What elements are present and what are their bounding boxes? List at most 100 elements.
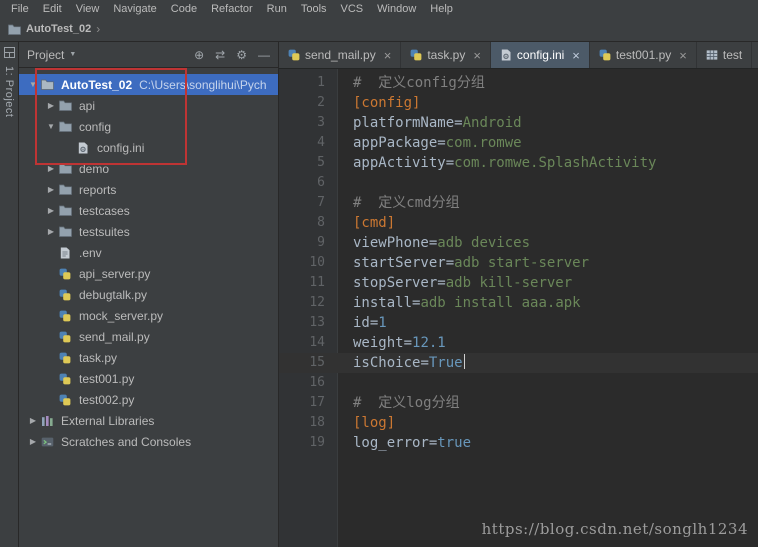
project-folder-icon xyxy=(41,79,57,90)
project-panel-header: Project ▼ ⊕ ⇄ ⚙ — xyxy=(19,42,278,68)
editor-line-18[interactable]: 18[log] xyxy=(279,413,758,433)
tab-label: send_mail.py xyxy=(305,48,376,62)
scroll-from-source-icon[interactable]: ⊕ xyxy=(194,49,204,61)
project-folder-icon xyxy=(8,24,21,35)
tab-task-py[interactable]: task.py× xyxy=(401,42,491,68)
tree-item-demo[interactable]: ▶demo xyxy=(19,158,278,179)
ini-file-icon xyxy=(500,49,512,61)
tree-item-api[interactable]: ▶ api xyxy=(19,95,278,116)
tree-item-reports[interactable]: ▶reports xyxy=(19,179,278,200)
editor-line-8[interactable]: 8[cmd] xyxy=(279,213,758,233)
editor-line-6[interactable]: 6 xyxy=(279,173,758,193)
editor-line-10[interactable]: 10startServer=adb start-server xyxy=(279,253,758,273)
line-number: 16 xyxy=(279,373,337,393)
chevron-down-icon[interactable]: ▼ xyxy=(69,51,76,58)
tree-item-label: .env xyxy=(79,246,102,260)
editor-line-9[interactable]: 9viewPhone=adb devices xyxy=(279,233,758,253)
tree-item-testsuites[interactable]: ▶testsuites xyxy=(19,221,278,242)
editor-line-16[interactable]: 16 xyxy=(279,373,758,393)
line-number: 19 xyxy=(279,433,337,453)
menu-vcs[interactable]: VCS xyxy=(334,3,371,15)
project-tool-window-button[interactable]: 1: Project xyxy=(3,66,15,117)
code-text: [config] xyxy=(337,93,420,113)
tree-item-config[interactable]: ▼config xyxy=(19,116,278,137)
chevron-right-icon[interactable]: ▶ xyxy=(43,101,59,110)
editor-line-1[interactable]: 1# 定义config分组 xyxy=(279,73,758,93)
tool-windows-icon[interactable] xyxy=(4,47,15,58)
menu-file[interactable]: File xyxy=(4,3,36,15)
tree-item-mock-server-py[interactable]: mock_server.py xyxy=(19,305,278,326)
tree-item-scratches-and-consoles[interactable]: ▶Scratches and Consoles xyxy=(19,431,278,452)
tab-config-ini[interactable]: config.ini× xyxy=(491,42,590,68)
editor-line-19[interactable]: 19log_error=true xyxy=(279,433,758,453)
editor-line-15[interactable]: 15isChoice=True xyxy=(279,353,758,373)
tree-item-label: test002.py xyxy=(79,393,134,407)
project-tree: ▼AutoTest_02C:\Users\songlihui\Pych ▶ api ▼… xyxy=(19,68,278,547)
tree-item-testcases[interactable]: ▶testcases xyxy=(19,200,278,221)
python-file-icon xyxy=(59,352,75,364)
menu-view[interactable]: View xyxy=(69,3,107,15)
tree-item-label: api_server.py xyxy=(79,267,150,281)
chevron-right-icon[interactable]: ▶ xyxy=(43,206,59,215)
editor-line-4[interactable]: 4appPackage=com.romwe xyxy=(279,133,758,153)
editor-body[interactable]: 1# 定义config分组2[config]3platformName=Andr… xyxy=(279,69,758,547)
scratches-icon xyxy=(41,436,57,448)
tree-item-env[interactable]: .env xyxy=(19,242,278,263)
editor-line-13[interactable]: 13id=1 xyxy=(279,313,758,333)
menu-code[interactable]: Code xyxy=(164,3,204,15)
tab-test001-py[interactable]: test001.py× xyxy=(590,42,697,68)
tree-item-task-py[interactable]: task.py xyxy=(19,347,278,368)
ini-file-icon xyxy=(77,142,93,154)
close-icon[interactable]: × xyxy=(679,49,687,62)
menu-refactor[interactable]: Refactor xyxy=(204,3,260,15)
chevron-right-icon[interactable]: ▶ xyxy=(43,164,59,173)
menu-tools[interactable]: Tools xyxy=(294,3,334,15)
editor-line-2[interactable]: 2[config] xyxy=(279,93,758,113)
tree-item-config-ini[interactable]: config.ini xyxy=(19,137,278,158)
tree-item-label: task.py xyxy=(79,351,117,365)
editor-line-3[interactable]: 3platformName=Android xyxy=(279,113,758,133)
editor-line-7[interactable]: 7# 定义cmd分组 xyxy=(279,193,758,213)
editor-line-11[interactable]: 11stopServer=adb kill-server xyxy=(279,273,758,293)
python-file-icon xyxy=(59,268,75,280)
chevron-right-icon[interactable]: ▶ xyxy=(43,185,59,194)
code-text: install=adb install aaa.apk xyxy=(337,293,581,313)
breadcrumb-project[interactable]: AutoTest_02 xyxy=(26,23,91,35)
tree-item-send-mail-py[interactable]: send_mail.py xyxy=(19,326,278,347)
code-text: id=1 xyxy=(337,313,387,333)
menu-run[interactable]: Run xyxy=(260,3,294,15)
panel-title[interactable]: Project xyxy=(27,48,64,62)
hide-panel-icon[interactable]: — xyxy=(258,49,270,61)
menu-help[interactable]: Help xyxy=(423,3,460,15)
line-number: 4 xyxy=(279,133,337,153)
tree-item-debugtalk-py[interactable]: debugtalk.py xyxy=(19,284,278,305)
tree-item-external-libraries[interactable]: ▶External Libraries xyxy=(19,410,278,431)
line-number: 17 xyxy=(279,393,337,413)
chevron-right-icon[interactable]: ▶ xyxy=(25,437,41,446)
close-icon[interactable]: × xyxy=(384,49,392,62)
menu-window[interactable]: Window xyxy=(370,3,423,15)
editor-line-14[interactable]: 14weight=12.1 xyxy=(279,333,758,353)
tree-item-test001-py[interactable]: test001.py xyxy=(19,368,278,389)
tree-item-api-server-py[interactable]: api_server.py xyxy=(19,263,278,284)
editor-line-17[interactable]: 17# 定义log分组 xyxy=(279,393,758,413)
chevron-right-icon[interactable]: ▶ xyxy=(25,416,41,425)
menu-edit[interactable]: Edit xyxy=(36,3,69,15)
tab-send-mail-py[interactable]: send_mail.py × xyxy=(279,42,401,68)
chevron-down-icon[interactable]: ▼ xyxy=(43,122,59,131)
collapse-all-icon[interactable]: ⇄ xyxy=(215,49,225,61)
tab-test[interactable]: test xyxy=(697,42,752,68)
chevron-down-icon[interactable]: ▼ xyxy=(25,80,41,89)
project-panel: Project ▼ ⊕ ⇄ ⚙ — ▼AutoTest_02C:\Users\song… xyxy=(19,42,279,547)
tree-item-autotest-02[interactable]: ▼AutoTest_02C:\Users\songlihui\Pych xyxy=(19,74,278,95)
chevron-right-icon[interactable]: ▶ xyxy=(43,227,59,236)
settings-gear-icon[interactable]: ⚙ xyxy=(236,49,247,61)
chevron-right-icon: › xyxy=(96,22,100,36)
close-icon[interactable]: × xyxy=(473,49,481,62)
menu-navigate[interactable]: Navigate xyxy=(106,3,163,15)
tree-item-label: api xyxy=(79,99,95,113)
editor-line-5[interactable]: 5appActivity=com.romwe.SplashActivity xyxy=(279,153,758,173)
close-icon[interactable]: × xyxy=(572,49,580,62)
tree-item-test002-py[interactable]: test002.py xyxy=(19,389,278,410)
editor-line-12[interactable]: 12install=adb install aaa.apk xyxy=(279,293,758,313)
